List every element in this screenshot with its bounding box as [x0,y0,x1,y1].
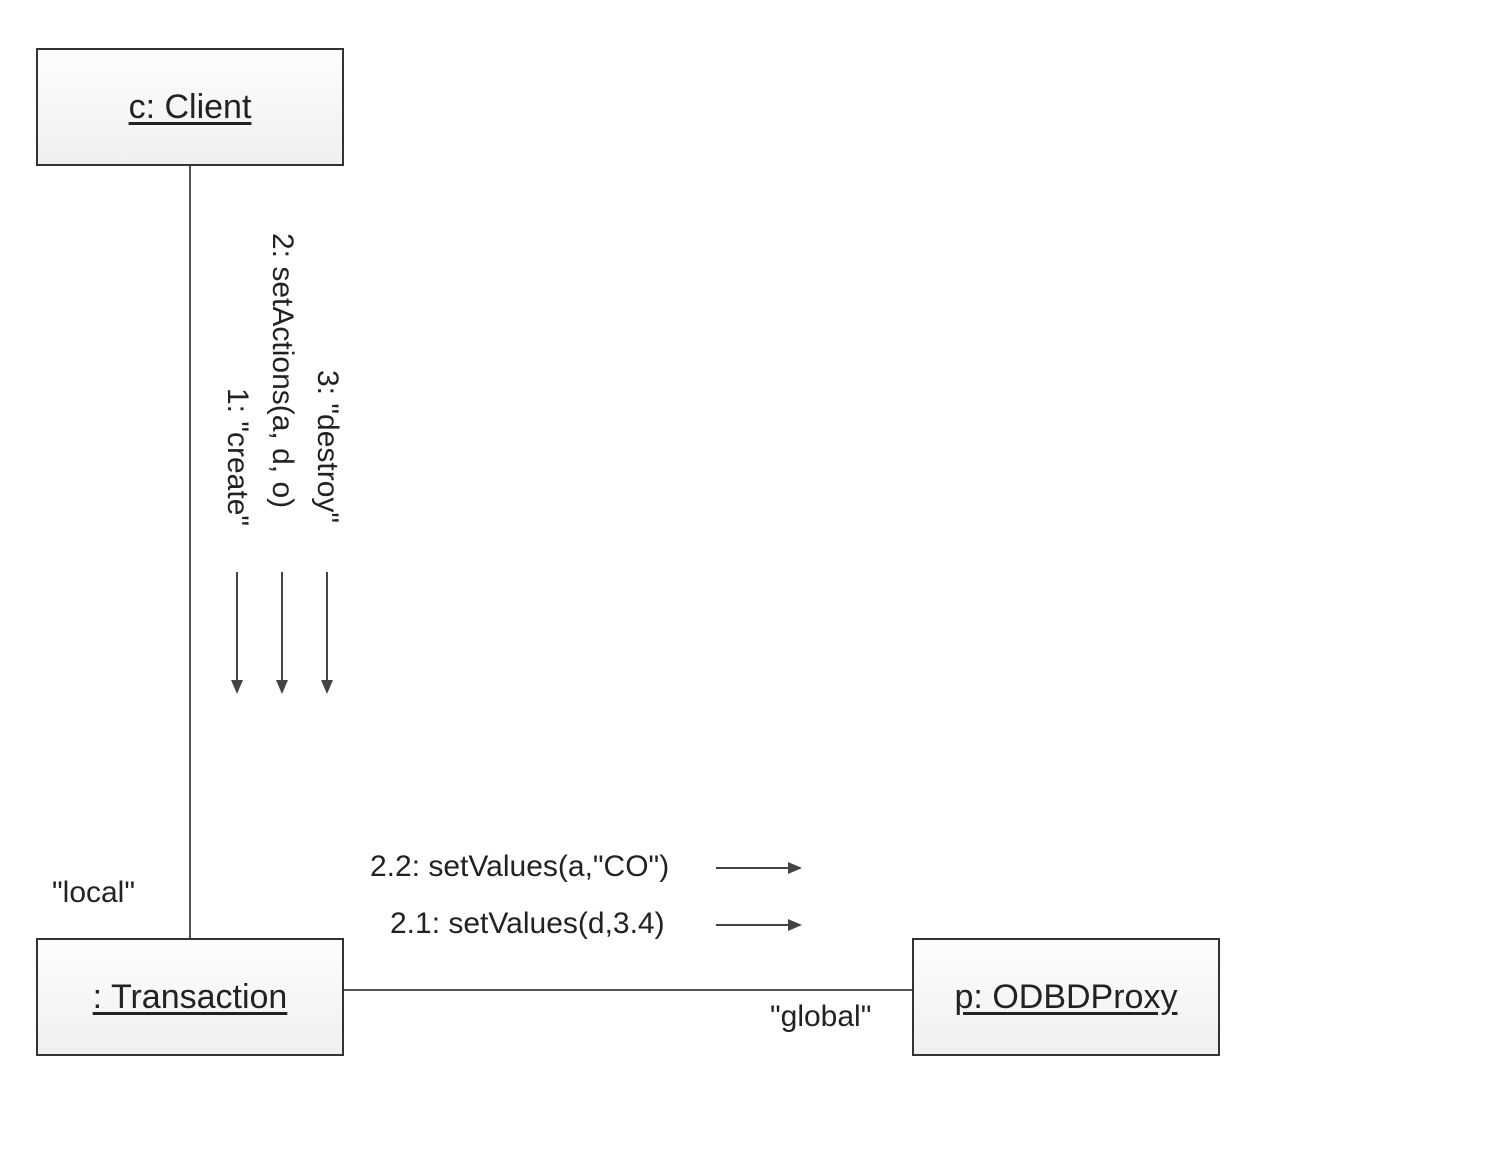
node-proxy: p: ODBDProxy [912,938,1220,1056]
edge-label-global: "global" [770,1000,871,1034]
node-proxy-label: p: ODBDProxy [955,978,1178,1017]
msg-label-2-setactions: 2: setActions(a, d, o) [265,233,299,508]
node-transaction-label: : Transaction [93,978,288,1017]
msg-label-21-setvalues-d34: 2.1: setValues(d,3.4) [390,907,665,941]
edge-label-local: "local" [52,876,135,910]
node-transaction: : Transaction [36,938,344,1056]
node-client-label: c: Client [129,88,252,127]
msg-label-3-destroy: 3: "destroy" [310,370,344,523]
node-client: c: Client [36,48,344,166]
diagram-canvas: c: Client : Transaction p: ODBDProxy "lo… [0,0,1500,1167]
msg-label-22-setvalues-co: 2.2: setValues(a,"CO") [370,850,669,884]
msg-label-1-create: 1: "create" [220,388,254,526]
